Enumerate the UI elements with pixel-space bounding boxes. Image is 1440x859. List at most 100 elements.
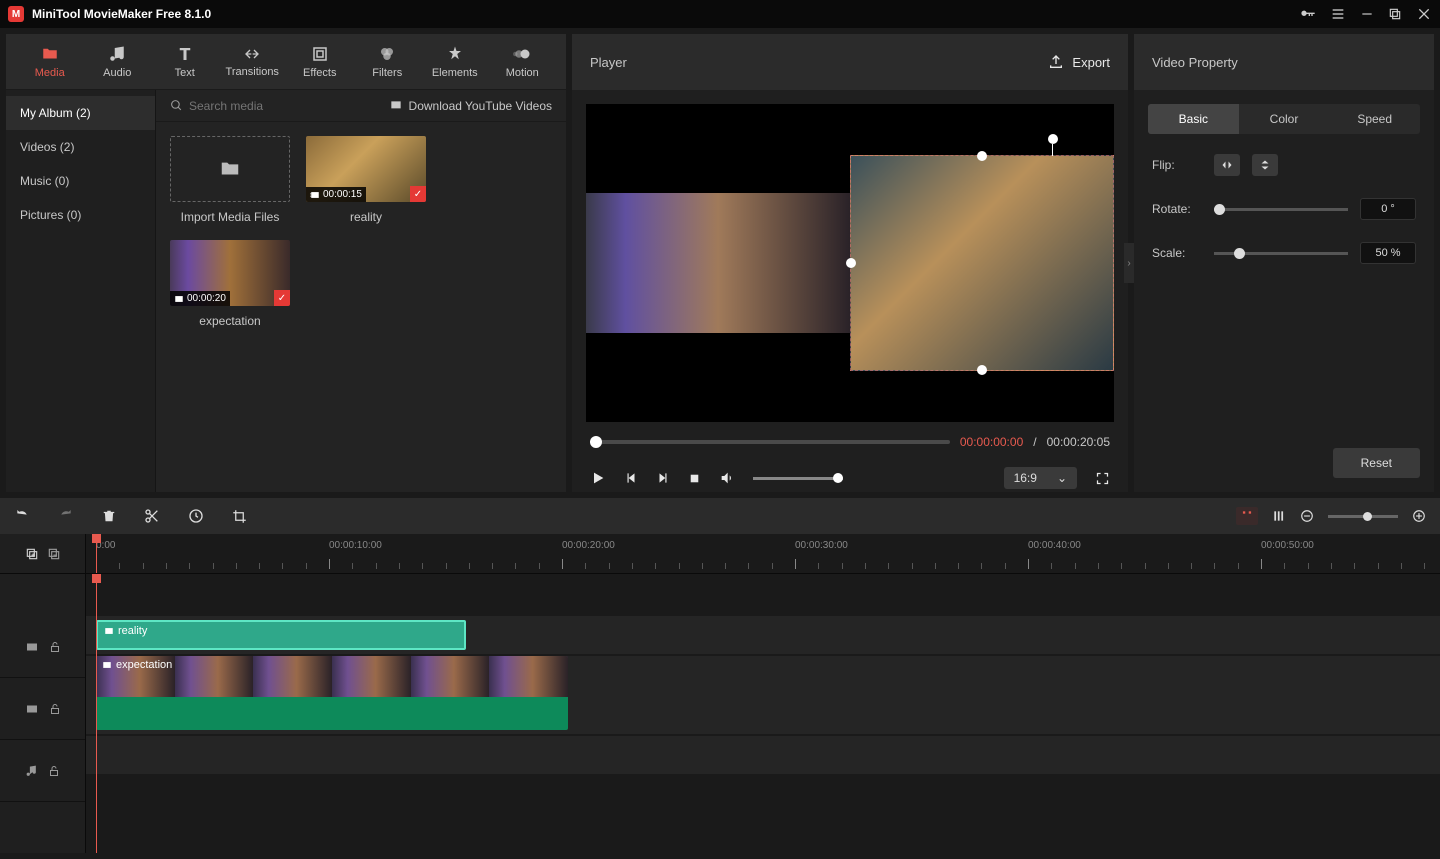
undo-button[interactable] <box>14 508 30 524</box>
close-icon[interactable] <box>1416 6 1432 22</box>
playhead[interactable] <box>96 534 97 573</box>
flip-vertical-button[interactable] <box>1252 154 1278 176</box>
export-button[interactable]: Export <box>1048 54 1110 70</box>
library-item[interactable]: Pictures (0) <box>6 198 155 232</box>
preview-canvas[interactable] <box>586 104 1114 422</box>
speed-button[interactable] <box>188 508 204 524</box>
media-tile-reality[interactable]: 00:00:15 ✓ reality <box>306 136 426 224</box>
app-logo: M <box>8 6 24 22</box>
tab-effects[interactable]: Effects <box>286 34 354 90</box>
main-tabs: MediaAudioTextTransitionsEffectsFiltersE… <box>6 34 566 90</box>
lock-icon[interactable] <box>48 764 60 778</box>
text-icon <box>176 45 194 63</box>
aspect-ratio-select[interactable]: 16:9⌄ <box>1004 467 1077 489</box>
volume-slider[interactable] <box>753 477 843 480</box>
resize-handle-bottom[interactable] <box>977 365 987 375</box>
download-youtube-label: Download YouTube Videos <box>409 99 552 113</box>
align-button[interactable] <box>1272 509 1286 523</box>
timeline-clip-reality[interactable]: reality <box>96 620 466 650</box>
media-name: reality <box>350 210 382 224</box>
timeline-clip-expectation[interactable]: expectation <box>96 656 568 730</box>
key-icon[interactable] <box>1300 6 1316 22</box>
tab-transitions[interactable]: Transitions <box>219 34 287 90</box>
timeline-ruler[interactable]: 0:0000:00:10:0000:00:20:0000:00:30:0000:… <box>86 534 1440 573</box>
menu-icon[interactable] <box>1330 6 1346 22</box>
scale-slider[interactable] <box>1214 252 1348 255</box>
motion-icon <box>513 45 531 63</box>
remove-track-button[interactable] <box>47 547 61 561</box>
library-item[interactable]: Videos (2) <box>6 130 155 164</box>
rotate-label: Rotate: <box>1152 202 1202 216</box>
add-track-button[interactable] <box>25 547 39 561</box>
search-icon <box>170 99 183 112</box>
chevron-down-icon: ⌄ <box>1057 471 1067 485</box>
next-frame-button[interactable] <box>656 471 670 485</box>
video-track-head-1 <box>0 616 85 678</box>
video-icon <box>25 641 39 653</box>
import-media-label: Import Media Files <box>181 210 280 224</box>
rotate-slider[interactable] <box>1214 208 1348 211</box>
redo-button[interactable] <box>58 508 74 524</box>
player-title: Player <box>590 55 627 70</box>
resize-handle-left[interactable] <box>846 258 856 268</box>
audio-icon <box>108 45 126 63</box>
folder-icon <box>217 158 243 180</box>
library-item[interactable]: My Album (2) <box>6 96 155 130</box>
audio-track-head <box>0 740 85 802</box>
library-item[interactable]: Music (0) <box>6 164 155 198</box>
media-tile-expectation[interactable]: 00:00:20 ✓ expectation <box>170 240 290 328</box>
fullscreen-button[interactable] <box>1095 471 1110 486</box>
search-input[interactable] <box>189 99 369 113</box>
collapse-handle[interactable]: › <box>1124 243 1134 283</box>
download-youtube-link[interactable]: Download YouTube Videos <box>389 99 552 113</box>
rotate-value[interactable]: 0 ° <box>1360 198 1416 220</box>
reset-button[interactable]: Reset <box>1333 448 1420 478</box>
library-sidebar: My Album (2)Videos (2)Music (0)Pictures … <box>6 90 156 492</box>
flip-horizontal-button[interactable] <box>1214 154 1240 176</box>
tab-audio[interactable]: Audio <box>84 34 152 90</box>
volume-icon[interactable] <box>719 470 735 486</box>
zoom-out-button[interactable] <box>1300 509 1314 523</box>
tab-media[interactable]: Media <box>16 34 84 90</box>
check-icon: ✓ <box>274 290 290 306</box>
tab-elements[interactable]: Elements <box>421 34 489 90</box>
zoom-slider[interactable] <box>1328 515 1398 518</box>
video-track-head-2 <box>0 678 85 740</box>
time-total: 00:00:20:05 <box>1047 435 1110 449</box>
play-button[interactable] <box>590 470 606 486</box>
video-icon <box>25 703 39 715</box>
preview-left-clip <box>586 193 850 333</box>
property-tab-color[interactable]: Color <box>1239 104 1330 134</box>
filters-icon <box>378 45 396 63</box>
effects-icon <box>311 45 329 63</box>
tab-text[interactable]: Text <box>151 34 219 90</box>
minimize-icon[interactable] <box>1360 7 1374 21</box>
tab-filters[interactable]: Filters <box>354 34 422 90</box>
import-media-tile[interactable]: Import Media Files <box>170 136 290 224</box>
playhead-line[interactable] <box>96 574 97 853</box>
timeline-tracks-area[interactable]: reality expectation <box>86 574 1440 853</box>
prev-frame-button[interactable] <box>624 471 638 485</box>
lock-icon[interactable] <box>49 702 61 716</box>
maximize-icon[interactable] <box>1388 7 1402 21</box>
flip-label: Flip: <box>1152 158 1202 172</box>
stop-button[interactable] <box>688 472 701 485</box>
tab-motion[interactable]: Motion <box>489 34 557 90</box>
property-panel: › Video Property BasicColorSpeed Flip: R… <box>1134 34 1434 492</box>
split-button[interactable] <box>144 508 160 524</box>
property-tab-speed[interactable]: Speed <box>1329 104 1420 134</box>
property-tab-basic[interactable]: Basic <box>1148 104 1239 134</box>
seek-slider[interactable] <box>590 440 950 444</box>
resize-handle-top[interactable] <box>977 151 987 161</box>
export-label: Export <box>1072 55 1110 70</box>
scale-value[interactable]: 50 % <box>1360 242 1416 264</box>
delete-button[interactable] <box>102 508 116 524</box>
preview-selected-clip[interactable] <box>850 155 1114 371</box>
magnet-button[interactable] <box>1236 507 1258 525</box>
zoom-in-button[interactable] <box>1412 509 1426 523</box>
time-current: 00:00:00:00 <box>960 435 1023 449</box>
crop-button[interactable] <box>232 509 247 524</box>
rotate-handle[interactable] <box>1048 134 1058 144</box>
lock-icon[interactable] <box>49 640 61 654</box>
media-name: expectation <box>199 314 260 328</box>
